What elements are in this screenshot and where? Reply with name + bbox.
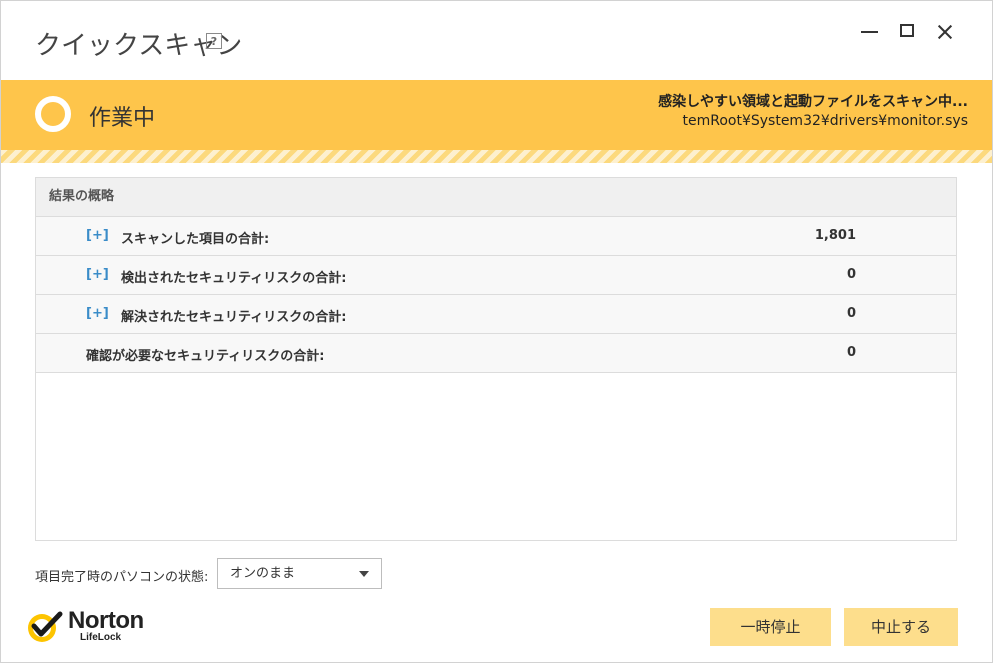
pc-state-dropdown[interactable]: オンのまま [217,558,382,589]
status-text: 作業中 [89,106,156,131]
chevron-down-icon [359,571,369,577]
pc-state-selected-value: オンのまま [230,566,296,581]
table-row: [+] スキャンした項目の合計: 1,801 [36,217,956,256]
row-label: スキャンした項目の合計: [121,232,270,247]
norton-logo: Norton LifeLock [24,607,184,646]
table-row: [+] 検出されたセキュリティリスクの合計: 0 [36,256,956,295]
status-ring-icon [35,96,71,132]
pause-button[interactable]: 一時停止 [710,608,831,646]
maximize-button[interactable] [895,19,921,45]
expand-toggle[interactable]: [+] [86,267,109,282]
help-button[interactable]: ? [206,33,222,49]
row-value: 0 [846,267,856,282]
results-summary-panel: 結果の概略 [+] スキャンした項目の合計: 1,801 [+] 検出されたセキ… [35,177,957,541]
close-button[interactable] [933,19,959,45]
results-summary-header: 結果の概略 [36,178,956,217]
minimize-button[interactable] [858,19,884,45]
row-label: 確認が必要なセキュリティリスクの合計: [86,349,325,364]
row-value: 0 [846,345,856,360]
pc-state-label: 項目完了時のパソコンの状態: [35,570,209,585]
lifelock-logo-text: LifeLock [80,632,122,643]
scan-current-file: temRoot¥System32¥drivers¥monitor.sys [682,113,969,129]
norton-check-icon [28,611,63,642]
table-row: 確認が必要なセキュリティリスクの合計: 0 [36,334,956,373]
table-row: [+] 解決されたセキュリティリスクの合計: 0 [36,295,956,334]
row-label: 解決されたセキュリティリスクの合計: [121,310,347,325]
expand-toggle[interactable]: [+] [86,228,109,243]
expand-toggle[interactable]: [+] [86,306,109,321]
norton-logo-text: Norton [68,607,144,634]
status-banner-stripes [1,150,992,163]
row-value: 0 [846,306,856,321]
scan-activity-title: 感染しやすい領域と起動ファイルをスキャン中... [658,94,968,110]
row-value: 1,801 [814,228,856,243]
row-label: 検出されたセキュリティリスクの合計: [121,271,347,286]
stop-button[interactable]: 中止する [844,608,958,646]
